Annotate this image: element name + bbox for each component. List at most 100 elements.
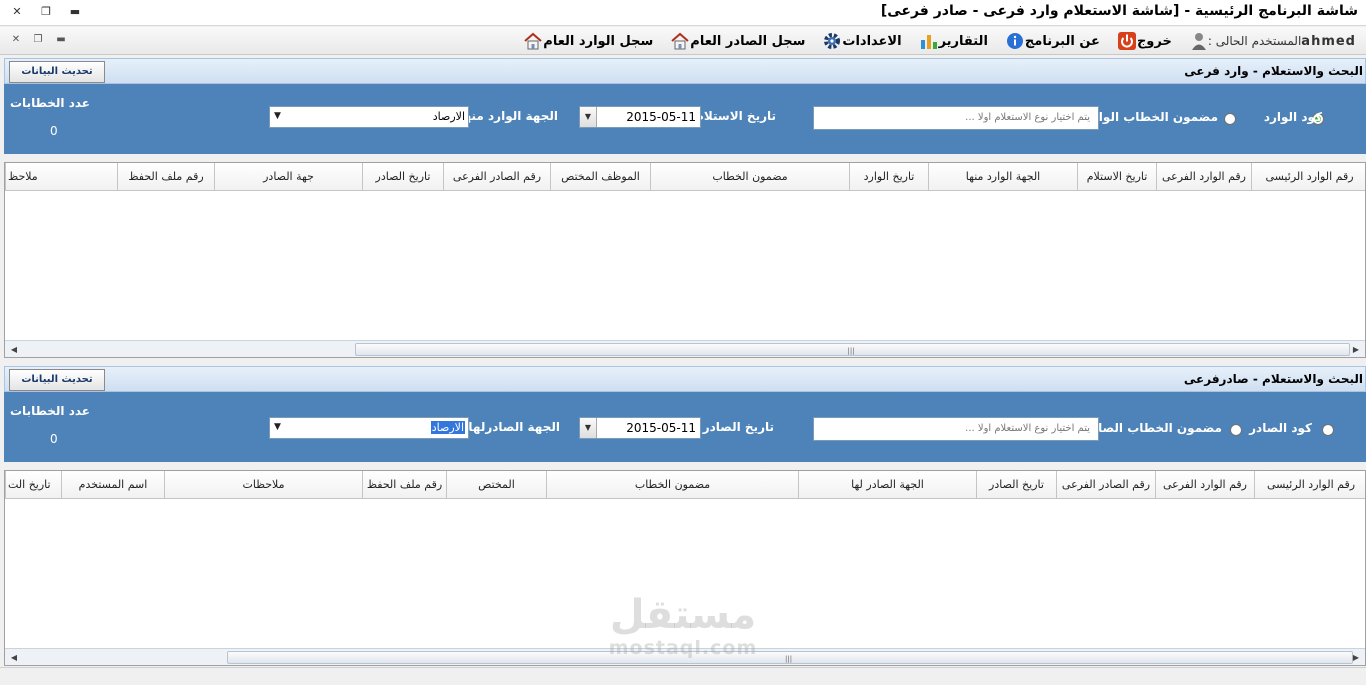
chevron-down-icon: ▼ — [274, 111, 281, 121]
column-header[interactable]: مضمون الخطاب — [546, 471, 798, 499]
column-header[interactable]: تاريخ الصادر — [976, 471, 1056, 499]
scroll-thumb[interactable]: ||| — [355, 343, 1350, 356]
scroll-right-icon[interactable]: ▶ — [1349, 651, 1363, 664]
incoming-filter-panel: كود الوارد مضمون الخطاب الوارد يتم اختيا… — [4, 84, 1366, 154]
watermark-logo: مستقل mostaql.com — [598, 592, 768, 667]
column-header[interactable]: تاريخ الت — [5, 471, 61, 499]
column-header[interactable]: اسم المستخدم — [61, 471, 164, 499]
column-header[interactable]: رقم ملف الحفظ — [362, 471, 446, 499]
outgoing-section-title: البحث والاستعلام - صادرفرعى — [1183, 372, 1363, 386]
scroll-thumb[interactable]: ||| — [227, 651, 1353, 664]
column-header[interactable]: تاريخ الوارد — [849, 163, 928, 191]
user-label: المستخدم الحالى : — [1207, 34, 1302, 48]
home-icon — [523, 31, 543, 51]
incoming-date-label: تاريخ الاستلام — [695, 109, 776, 123]
power-icon — [1117, 31, 1137, 51]
info-icon — [1005, 31, 1025, 51]
outgoing-date-picker[interactable]: ▼ 2015-05-11 — [579, 417, 701, 439]
window-title: شاشة البرنامج الرئيسية - [شاشة الاستعلام… — [880, 3, 1358, 19]
outgoing-grid-header: رقم الوارد الرئيسى رقم الوارد الفرعى رقم… — [5, 471, 1365, 499]
incoming-code-label: كود الوارد — [1263, 110, 1322, 124]
restore-window-icon[interactable]: ❐ — [37, 4, 55, 20]
menu-item-about[interactable]: عن البرنامج — [1000, 31, 1100, 51]
incoming-entity-label: الجهة الوارد منها — [459, 109, 558, 123]
incoming-section-title: البحث والاستعلام - وارد فرعى — [1184, 64, 1363, 78]
restore-child-icon[interactable]: ❐ — [30, 33, 46, 47]
column-header[interactable]: تاريخ الصادر — [362, 163, 443, 191]
gear-icon — [822, 31, 842, 51]
column-header[interactable]: رقم الوارد الفرعى — [1155, 471, 1254, 499]
menu-list: سجل الوارد العام سجل الصادر العام الاعدا… — [506, 29, 1362, 53]
close-child-icon[interactable]: ✕ — [8, 33, 24, 47]
chevron-down-icon: ▼ — [274, 422, 281, 432]
outgoing-code-radio[interactable] — [1322, 424, 1334, 436]
incoming-entity-select[interactable]: الارصاد ▼ — [269, 106, 469, 128]
outgoing-date-label: تاريخ الصادر — [702, 420, 774, 434]
outgoing-entity-value: الارصاد — [430, 421, 465, 434]
outgoing-code-label: كود الصادر — [1249, 421, 1312, 435]
menu-item-general-outgoing[interactable]: سجل الصادر العام — [665, 31, 805, 51]
column-header[interactable]: المختص — [446, 471, 546, 499]
menu-item-label: سجل الوارد العام — [543, 33, 654, 49]
menu-item-reports[interactable]: التقارير — [914, 31, 988, 51]
current-user: المستخدم الحالى : ahmed — [1186, 31, 1362, 51]
column-header[interactable]: الموظف المختص — [550, 163, 650, 191]
column-header[interactable]: ملاحظ — [5, 163, 117, 191]
column-header[interactable]: جهة الصادر — [214, 163, 362, 191]
outgoing-refresh-button[interactable]: تحديث البيانات — [9, 369, 105, 391]
incoming-date-value: 2015-05-11 — [626, 110, 696, 124]
outgoing-entity-select[interactable]: الارصاد ▼ — [269, 417, 469, 439]
minimize-child-icon[interactable]: ▬ — [53, 33, 69, 47]
incoming-count-label: عدد الخطابات — [10, 96, 90, 110]
date-dropdown-icon[interactable]: ▼ — [580, 107, 597, 127]
column-header[interactable]: رقم الوارد الرئيسى — [1254, 471, 1365, 499]
watermark-latin: mostaql.com — [608, 637, 758, 659]
column-header[interactable]: رقم الصادر الفرعى — [443, 163, 550, 191]
incoming-refresh-button[interactable]: تحديث البيانات — [9, 61, 105, 83]
outgoing-date-value: 2015-05-11 — [626, 421, 696, 435]
outgoing-content-radio[interactable] — [1230, 424, 1242, 436]
column-header[interactable]: الجهة الصادر لها — [798, 471, 976, 499]
menu-item-general-incoming[interactable]: سجل الوارد العام — [518, 31, 653, 51]
column-header[interactable]: تاريخ الاستلام — [1077, 163, 1156, 191]
incoming-horizontal-scrollbar[interactable]: ◀ ||| ▶ — [5, 340, 1365, 357]
column-header[interactable]: رقم ملف الحفظ — [117, 163, 214, 191]
scroll-left-icon[interactable]: ◀ — [7, 343, 21, 356]
menu-item-label: عن البرنامج — [1024, 33, 1100, 49]
outgoing-count-label: عدد الخطابات — [10, 404, 90, 418]
menu-item-label: سجل الصادر العام — [690, 33, 806, 49]
user-icon — [1190, 31, 1208, 51]
incoming-count-value: 0 — [50, 124, 58, 138]
incoming-grid[interactable]: رقم الوارد الرئيسى رقم الوارد الفرعى تار… — [4, 162, 1366, 358]
menu-bar: ✕ ❐ ▬ سجل الوارد العام سجل الصادر العام … — [0, 27, 1366, 55]
user-name: ahmed — [1301, 33, 1356, 49]
menu-item-label: خروج — [1136, 33, 1172, 49]
menu-item-label: التقارير — [938, 33, 988, 49]
incoming-search-input[interactable]: يتم اختيار نوع الاستعلام اولا ... — [813, 106, 1099, 130]
column-header[interactable]: ملاحظات — [164, 471, 362, 499]
column-header[interactable]: رقم الوارد الرئيسى — [1251, 163, 1365, 191]
incoming-section-header: البحث والاستعلام - وارد فرعى تحديث البيا… — [4, 58, 1366, 84]
menu-item-exit[interactable]: خروج — [1112, 31, 1172, 51]
incoming-content-radio[interactable] — [1224, 113, 1236, 125]
menu-item-settings[interactable]: الاعدادات — [817, 31, 902, 51]
date-dropdown-icon[interactable]: ▼ — [580, 418, 597, 438]
column-header[interactable]: رقم الوارد الفرعى — [1156, 163, 1251, 191]
outgoing-content-label: مضمون الخطاب الصادر — [1085, 421, 1222, 435]
incoming-grid-header: رقم الوارد الرئيسى رقم الوارد الفرعى تار… — [5, 163, 1365, 191]
incoming-content-label: مضمون الخطاب الوارد — [1085, 110, 1218, 124]
scroll-right-icon[interactable]: ▶ — [1349, 343, 1363, 356]
column-header[interactable]: مضمون الخطاب — [650, 163, 849, 191]
column-header[interactable]: رقم الصادر الفرعى — [1056, 471, 1155, 499]
menu-item-label: الاعدادات — [842, 33, 902, 49]
close-window-icon[interactable]: ✕ — [8, 4, 26, 20]
scroll-left-icon[interactable]: ◀ — [7, 651, 21, 664]
status-bar — [0, 667, 1366, 685]
outgoing-search-input[interactable]: يتم اختيار نوع الاستعلام اولا ... — [813, 417, 1099, 441]
incoming-entity-value: الارصاد — [432, 110, 465, 123]
home-icon — [670, 31, 690, 51]
column-header[interactable]: الجهة الوارد منها — [928, 163, 1077, 191]
incoming-date-picker[interactable]: ▼ 2015-05-11 — [579, 106, 701, 128]
outgoing-entity-label: الجهة الصادرلها — [468, 420, 560, 434]
minimize-window-icon[interactable]: ▬ — [66, 4, 84, 20]
